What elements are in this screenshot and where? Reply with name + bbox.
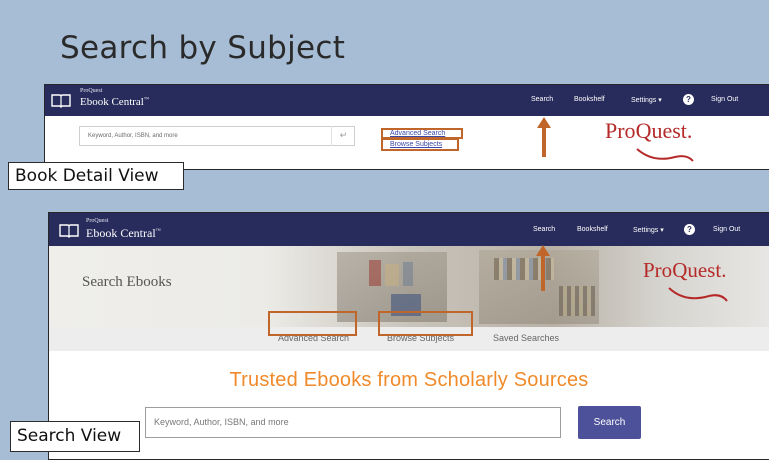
brand-ebook-central[interactable]: Ebook Central™ (80, 96, 149, 108)
brand-name: Ebook Central (86, 226, 156, 240)
proquest-logo: ProQuest. (643, 258, 726, 283)
nav-settings-menu[interactable]: Settings ▾ (631, 96, 662, 104)
logo-quest: Quest (672, 258, 722, 282)
book-detail-view-screenshot: ProQuest Ebook Central™ Search Bookshelf… (44, 84, 769, 170)
browse-subjects-highlight (381, 138, 459, 151)
logo-pro: Pro (643, 258, 673, 282)
brand-proquest-small: ProQuest (80, 88, 103, 94)
help-icon[interactable]: ? (684, 224, 695, 235)
nav-settings-menu[interactable]: Settings ▾ (633, 226, 664, 234)
search-input[interactable]: Keyword, Author, ISBN, and more (145, 407, 561, 438)
nav-sign-out-link[interactable]: Sign Out (711, 96, 738, 103)
nav-bookshelf-link[interactable]: Bookshelf (574, 96, 605, 103)
enter-icon[interactable]: ↵ (331, 126, 355, 146)
saved-searches-tab[interactable]: Saved Searches (493, 333, 559, 343)
book-row (559, 286, 595, 316)
book-icon (51, 94, 71, 108)
page-title: Search Ebooks (82, 274, 172, 290)
book-spine (385, 264, 399, 286)
proquest-logo: ProQuest. (605, 118, 692, 144)
help-icon[interactable]: ? (683, 94, 694, 105)
browse-subjects-highlight (378, 311, 473, 336)
trademark-mark: ™ (155, 229, 161, 234)
logo-quest: Quest (635, 118, 687, 143)
nav-search-link[interactable]: Search (533, 226, 555, 233)
tagline-heading: Trusted Ebooks from Scholarly Sources (229, 369, 589, 391)
logo-dot: . (686, 118, 693, 143)
search-view-screenshot: ProQuest Ebook Central™ Search Bookshelf… (48, 212, 769, 460)
top-nav-bar: ProQuest Ebook Central™ Search Bookshelf… (45, 85, 769, 116)
search-input[interactable]: Keyword, Author, ISBN, and more (79, 126, 355, 146)
book-spine (369, 260, 381, 286)
book-icon (59, 224, 79, 238)
slide-title: Search by Subject (60, 30, 346, 66)
nav-sign-out-link[interactable]: Sign Out (713, 226, 740, 233)
nav-bookshelf-link[interactable]: Bookshelf (577, 226, 608, 233)
brand-name: Ebook Central (80, 96, 144, 108)
search-button[interactable]: Search (578, 406, 641, 439)
search-view-label: Search View (10, 421, 140, 452)
logo-dot: . (721, 258, 727, 282)
proquest-swoosh-icon (668, 287, 728, 302)
book-spine (403, 262, 413, 286)
nav-search-link[interactable]: Search (531, 96, 553, 103)
top-nav-bar: ProQuest Ebook Central™ Search Bookshelf… (49, 213, 769, 246)
trademark-mark: ™ (143, 97, 149, 103)
brand-ebook-central[interactable]: Ebook Central™ (86, 226, 161, 241)
advanced-search-highlight (268, 311, 357, 336)
brand-proquest-small: ProQuest (86, 218, 109, 224)
up-arrow-icon (536, 245, 550, 291)
up-arrow-icon (537, 117, 551, 157)
logo-pro: Pro (605, 118, 636, 143)
proquest-swoosh-icon (636, 148, 694, 162)
book-detail-view-label: Book Detail View (8, 162, 184, 190)
